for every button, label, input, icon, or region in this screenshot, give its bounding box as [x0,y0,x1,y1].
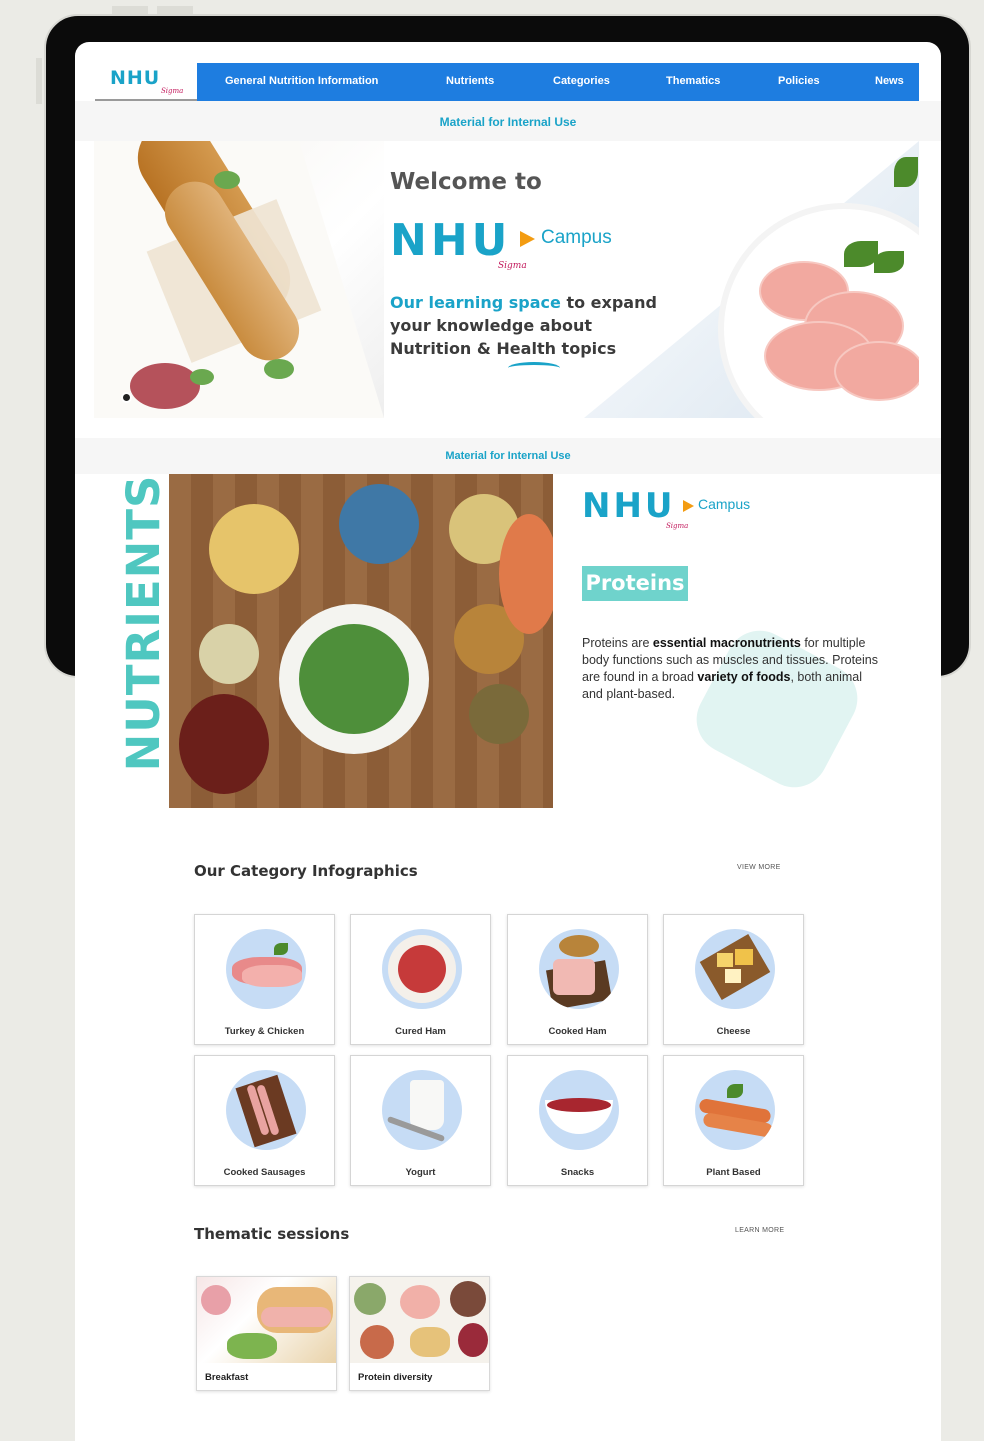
sandwich-image [94,141,384,418]
plant-based-icon [695,1070,775,1150]
nhu-logo[interactable]: NHU Sigma [95,63,197,101]
logo-text: NHU [390,215,512,266]
category-card-cheese[interactable]: Cheese [663,914,804,1045]
category-label: Cured Ham [395,1026,446,1037]
logo-sub-text: Sigma [161,87,184,95]
category-label: Cooked Sausages [223,1167,306,1178]
cured-ham-icon [382,929,462,1009]
nav-item-nutrients[interactable]: Nutrients [446,75,494,87]
screenshot-stage: NHU Sigma General Nutrition Information … [0,0,984,1441]
play-icon [520,231,535,247]
category-label: Cooked Ham [548,1026,607,1037]
desc-bold-text: essential macronutrients [652,636,801,650]
logo-sub-text: Sigma [666,522,689,530]
category-card-turkey-chicken[interactable]: Turkey & Chicken [194,914,335,1045]
nhu-campus-logo: NHU Campus Sigma [390,215,612,271]
nav-item-news[interactable]: News [875,75,904,87]
category-label: Turkey & Chicken [224,1026,305,1037]
category-card-yogurt[interactable]: Yogurt [350,1055,491,1186]
learn-more-link[interactable]: LEARN MORE [735,1227,784,1234]
yogurt-icon [382,1070,462,1150]
internal-use-label: Material for Internal Use [439,115,577,129]
turkey-chicken-icon [226,929,306,1009]
thematic-sessions-title: Thematic sessions [194,1225,350,1243]
category-label: Snacks [560,1167,595,1178]
category-card-cured-ham[interactable]: Cured Ham [350,914,491,1045]
category-infographics-title: Our Category Infographics [194,862,418,880]
web-page: NHU Sigma General Nutrition Information … [75,42,941,1441]
food-table-image [169,474,553,808]
cooked-sausages-icon [226,1070,306,1150]
proteins-heading: Proteins [582,566,688,601]
category-label: Cheese [716,1026,751,1037]
snacks-icon [539,1070,619,1150]
category-label: Plant Based [706,1167,761,1178]
logo-sub-text: Sigma [498,261,527,271]
logo-campus-text: Campus [698,496,751,512]
protein-diversity-image [350,1277,489,1363]
carousel-indicator[interactable] [121,392,132,403]
main-navigation: NHU Sigma General Nutrition Information … [95,63,919,101]
desc-bold-text: variety of foods [697,670,791,684]
desc-text: Proteins are [582,636,653,650]
hero-banner: Welcome to NHU Campus Sigma Our learning… [94,141,919,418]
tagline-text: your knowledge about [390,316,593,335]
category-card-snacks[interactable]: Snacks [507,1055,648,1186]
proteins-description: Proteins are essential macronutrients fo… [582,635,882,703]
category-label: Yogurt [405,1167,436,1178]
category-card-cooked-sausages[interactable]: Cooked Sausages [194,1055,335,1186]
ham-plate-image [584,141,919,418]
vertical-title-text: NUTRIENTS [117,474,170,772]
hero-welcome-text: Welcome to [390,169,542,195]
cooked-ham-icon [539,929,619,1009]
logo-text: NHU [110,67,161,89]
thematic-card-protein-diversity[interactable]: Protein diversity [349,1276,490,1391]
thematic-label: Breakfast [205,1372,249,1383]
nhu-campus-logo: NHU Campus Sigma [582,486,750,530]
nav-item-policies[interactable]: Policies [778,75,820,87]
category-card-cooked-ham[interactable]: Cooked Ham [507,914,648,1045]
breakfast-image [197,1277,336,1363]
thematic-card-breakfast[interactable]: Breakfast [196,1276,337,1391]
thematic-label: Protein diversity [358,1372,433,1383]
nutrients-vertical-title: NUTRIENTS [117,472,170,774]
category-card-plant-based[interactable]: Plant Based [663,1055,804,1186]
logo-text: NHU [582,486,676,526]
cheese-icon [695,929,775,1009]
nav-item-general-nutrition[interactable]: General Nutrition Information [225,75,378,87]
nav-item-categories[interactable]: Categories [553,75,610,87]
play-icon [683,500,694,512]
background-decoration [36,58,42,104]
swoosh-decoration [508,362,560,374]
nav-bar: General Nutrition Information Nutrients … [197,63,919,101]
tagline-highlight: Our learning space [390,293,561,312]
view-more-link[interactable]: VIEW MORE [737,864,781,871]
tagline-text: Nutrition & Health topics [390,339,617,358]
nav-item-thematics[interactable]: Thematics [666,75,720,87]
internal-use-label: Material for Internal Use [445,450,571,462]
